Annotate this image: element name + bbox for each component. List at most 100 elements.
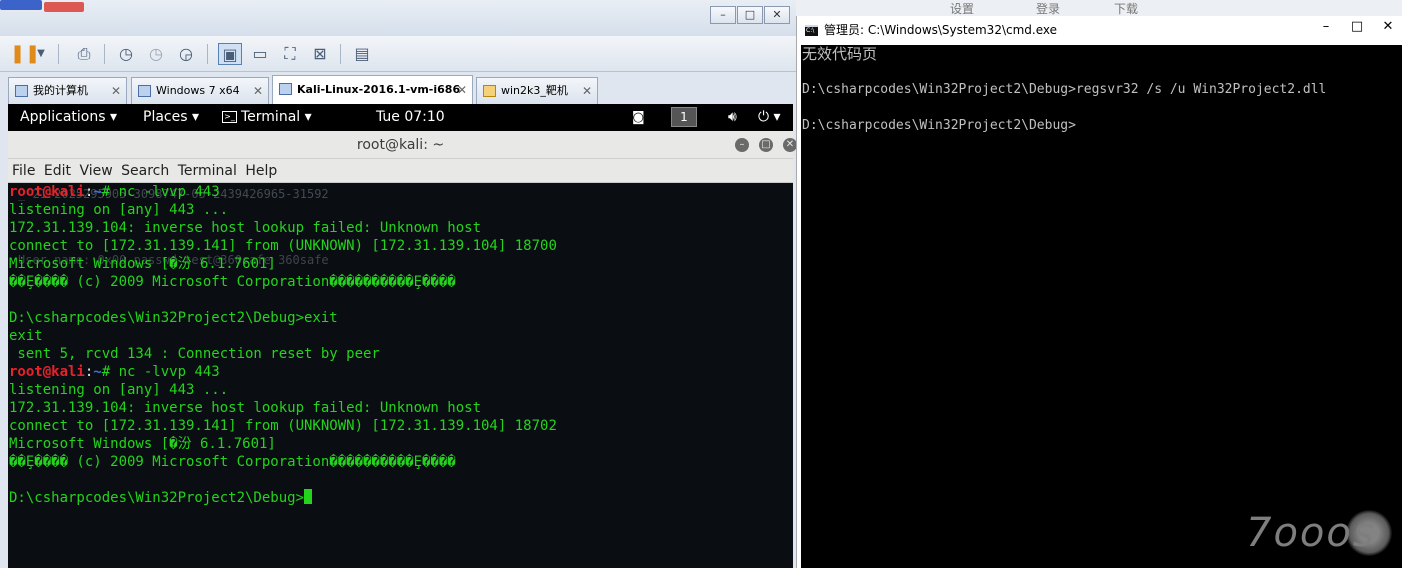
applications-menu[interactable]: Applications ▾: [20, 104, 117, 131]
menu-search[interactable]: Search: [121, 159, 169, 183]
vmware-titlebar: – □ ✕: [0, 0, 796, 36]
terminal-line: Microsoft Windows [�汾 6.1.7601]: [9, 435, 793, 453]
cmd-title: 管理员: C:\Windows\System32\cmd.exe: [824, 23, 1057, 37]
tab-win2k3[interactable]: win2k3_靶机 ✕: [476, 77, 598, 104]
watermark-text: 7ooos: [1246, 510, 1376, 556]
terminal-line: D:\csharpcodes\Win32Project2\Debug>: [9, 489, 793, 507]
tab-kali-linux[interactable]: Kali-Linux-2016.1-vm-i686 ✕: [272, 75, 473, 104]
maximize-icon[interactable]: □: [759, 138, 773, 152]
cmd-line: [802, 99, 1402, 117]
tab-label: win2k3_靶机: [501, 84, 568, 97]
console-view-icon[interactable]: ▤: [350, 43, 374, 65]
terminal-app-menu[interactable]: >_ Terminal ▾: [222, 104, 312, 131]
computer-icon: [15, 85, 28, 97]
prompt-user: root@kali: [9, 364, 85, 380]
prompt-symbol: #: [101, 184, 119, 200]
vmware-window: – □ ✕ ❚❚ ▼ ⎙ ◷ ◷ ◶ ▣ ▭ ⛶ ⊠ ▤ 我的计算机 ✕ Win…: [0, 0, 796, 568]
minimize-icon[interactable]: –: [735, 138, 749, 152]
power-icon[interactable]: ⏻ ▾: [758, 104, 781, 131]
vm-icon: [483, 85, 496, 97]
line-text: connect to [172.31.139.141] from (UNKNOW…: [9, 238, 557, 254]
line-text: Microsoft Windows [�汾 6.1.7601]: [9, 256, 276, 272]
view-console-icon[interactable]: ▭: [248, 43, 272, 65]
menu-view[interactable]: View: [79, 159, 112, 183]
terminal-line: root@kali:~# nc -lvvp 443: [9, 363, 793, 381]
close-icon[interactable]: ✕: [111, 78, 121, 104]
snapshot-revert-icon[interactable]: ◷: [144, 43, 168, 65]
snapshot-take-icon[interactable]: ◷: [114, 43, 138, 65]
terminal-line: listening on [any] 443 ...: [9, 381, 793, 399]
line-text: exit: [9, 328, 43, 344]
view-stretch-icon[interactable]: ⊠: [308, 43, 332, 65]
view-fullscreen-icon[interactable]: ⛶: [278, 43, 302, 65]
terminal-line: root@kali:~# nc -lvvp 443: [9, 183, 793, 201]
close-icon[interactable]: ✕: [457, 76, 467, 104]
terminal-line: connect to [172.31.139.141] from (UNKNOW…: [9, 417, 793, 435]
prompt-path: ~: [93, 184, 102, 200]
clock[interactable]: Tue 07:10: [376, 104, 445, 131]
camera-icon[interactable]: ◙: [632, 104, 645, 131]
cmd-window: C:\ 管理员: C:\Windows\System32\cmd.exe – □…: [796, 16, 1402, 568]
view-unity-icon[interactable]: ▣: [218, 43, 242, 65]
tab-label: Kali-Linux-2016.1-vm-i686: [297, 83, 461, 96]
cmd-titlebar: C:\ 管理员: C:\Windows\System32\cmd.exe – □…: [797, 16, 1402, 45]
line-text: D:\csharpcodes\Win32Project2\Debug>: [9, 490, 305, 506]
minimize-button[interactable]: –: [1311, 16, 1341, 38]
line-text: 172.31.139.104: inverse host lookup fail…: [9, 400, 482, 416]
volume-icon[interactable]: 🔊︎: [728, 104, 737, 131]
vmware-logo: [0, 0, 90, 18]
menu-file[interactable]: File: [12, 159, 35, 183]
menu-help[interactable]: Help: [245, 159, 277, 183]
tab-windows-7[interactable]: Windows 7 x64 ✕: [131, 77, 269, 104]
minimize-button[interactable]: –: [710, 6, 736, 24]
line-text: listening on [any] 443 ...: [9, 202, 229, 218]
tab-my-computer[interactable]: 我的计算机 ✕: [8, 77, 127, 104]
menu-terminal[interactable]: Terminal: [178, 159, 237, 183]
tab-label: Windows 7 x64: [156, 84, 240, 97]
terminal-output[interactable]: _ 21-2025295905-3098747-05-2439426965-31…: [8, 183, 793, 568]
snapshot-manager-icon[interactable]: ◶: [174, 43, 198, 65]
prompt-path: ~: [93, 364, 102, 380]
close-icon[interactable]: ✕: [253, 78, 263, 104]
cmd-output[interactable]: 无效代码页 D:\csharpcodes\Win32Project2\Debug>…: [801, 45, 1402, 568]
places-menu[interactable]: Places ▾: [143, 104, 199, 131]
terminal-line: ��Ȩ���� (c) 2009 Microsoft Corporation��…: [9, 453, 793, 471]
workspace-indicator[interactable]: 1: [671, 107, 697, 127]
cmd-line: [802, 63, 1402, 81]
pause-icon[interactable]: ❚❚: [10, 43, 40, 65]
restore-button[interactable]: □: [737, 6, 763, 24]
command-text: nc -lvvp 443: [118, 364, 220, 380]
terminal-line: 172.31.139.104: inverse host lookup fail…: [9, 219, 793, 237]
close-button[interactable]: ✕: [1373, 16, 1402, 38]
terminal-title: root@kali: ~: [356, 137, 445, 153]
line-text: 172.31.139.104: inverse host lookup fail…: [9, 220, 482, 236]
line-text: D:\csharpcodes\Win32Project2\Debug>exit: [9, 310, 338, 326]
close-icon[interactable]: ✕: [783, 138, 796, 152]
guest-screen[interactable]: Applications ▾ Places ▾ >_ Terminal ▾ Tue…: [8, 104, 796, 568]
send-ctrl-alt-del-icon[interactable]: ⎙: [72, 43, 96, 65]
maximize-button[interactable]: □: [1342, 16, 1372, 38]
command-text: nc -lvvp 443: [118, 184, 220, 200]
gnome-top-bar: Applications ▾ Places ▾ >_ Terminal ▾ Tue…: [8, 104, 793, 131]
prompt-symbol: #: [101, 364, 119, 380]
vm-tab-bar: 我的计算机 ✕ Windows 7 x64 ✕ Kali-Linux-2016.…: [8, 72, 796, 104]
terminal-line: 172.31.139.104: inverse host lookup fail…: [9, 399, 793, 417]
terminal-line: sent 5, rcvd 134 : Connection reset by p…: [9, 345, 793, 363]
cmd-line: D:\csharpcodes\Win32Project2\Debug>: [802, 118, 1076, 133]
line-text: listening on [any] 443 ...: [9, 382, 229, 398]
terminal-titlebar: root@kali: ~ – □ ✕: [8, 131, 796, 159]
vm-icon: [138, 85, 151, 97]
prompt-user: root@kali: [9, 184, 85, 200]
tab-label: 我的计算机: [33, 84, 88, 97]
background-label: 设置: [950, 2, 975, 16]
close-icon[interactable]: ✕: [582, 78, 592, 104]
dropdown-icon[interactable]: ▼: [34, 43, 48, 65]
terminal-line: connect to [172.31.139.141] from (UNKNOW…: [9, 237, 793, 255]
terminal-menubar: File Edit View Search Terminal Help: [8, 159, 793, 183]
close-button[interactable]: ✕: [764, 6, 790, 24]
vm-icon: [279, 83, 292, 95]
menu-edit[interactable]: Edit: [44, 159, 71, 183]
cmd-icon: C:\: [805, 25, 818, 36]
